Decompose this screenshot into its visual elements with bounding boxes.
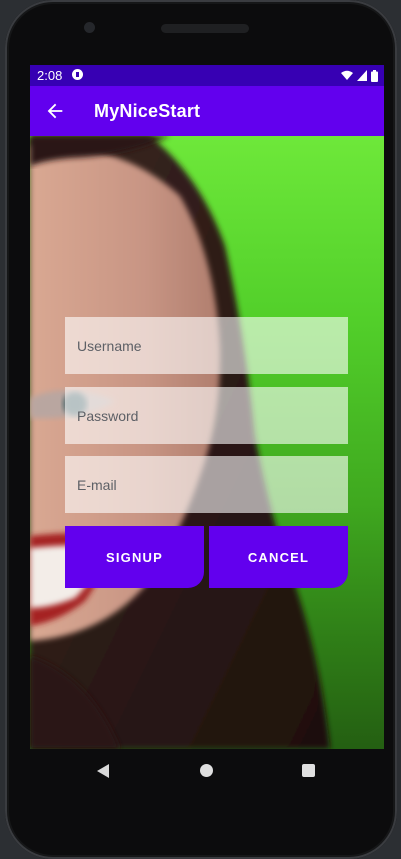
wifi-icon xyxy=(341,70,353,80)
username-input[interactable] xyxy=(75,336,338,355)
app-bar: MyNiceStart xyxy=(30,86,384,136)
status-icons xyxy=(341,69,378,82)
arrow-back-icon[interactable] xyxy=(44,100,66,122)
nav-home-icon[interactable] xyxy=(200,764,213,777)
earpiece-speaker xyxy=(161,24,249,33)
battery-icon xyxy=(371,69,378,82)
device-screen: 2:08 MyNiceStart Username E-mail SIGNUP … xyxy=(30,65,384,749)
front-camera xyxy=(84,22,95,33)
signal-icon xyxy=(357,70,367,81)
status-bar: 2:08 xyxy=(30,65,384,86)
status-time: 2:08 xyxy=(37,68,63,83)
email-input[interactable] xyxy=(75,475,338,494)
nav-recents-icon[interactable] xyxy=(302,764,315,777)
username-field[interactable] xyxy=(65,317,348,374)
cancel-button[interactable]: CANCEL xyxy=(209,526,348,588)
password-input[interactable] xyxy=(75,406,338,425)
nav-back-icon[interactable] xyxy=(97,764,109,778)
app-title: MyNiceStart xyxy=(94,101,201,121)
signup-screen: SIGNUP CANCEL xyxy=(30,136,384,749)
device-frame: 2:08 MyNiceStart Username E-mail SIGNUP … xyxy=(5,0,397,859)
password-field[interactable] xyxy=(65,387,348,444)
notification-app-icon xyxy=(72,69,83,80)
system-nav-bar xyxy=(30,749,384,793)
email-field[interactable] xyxy=(65,456,348,513)
signup-button[interactable]: SIGNUP xyxy=(65,526,204,588)
